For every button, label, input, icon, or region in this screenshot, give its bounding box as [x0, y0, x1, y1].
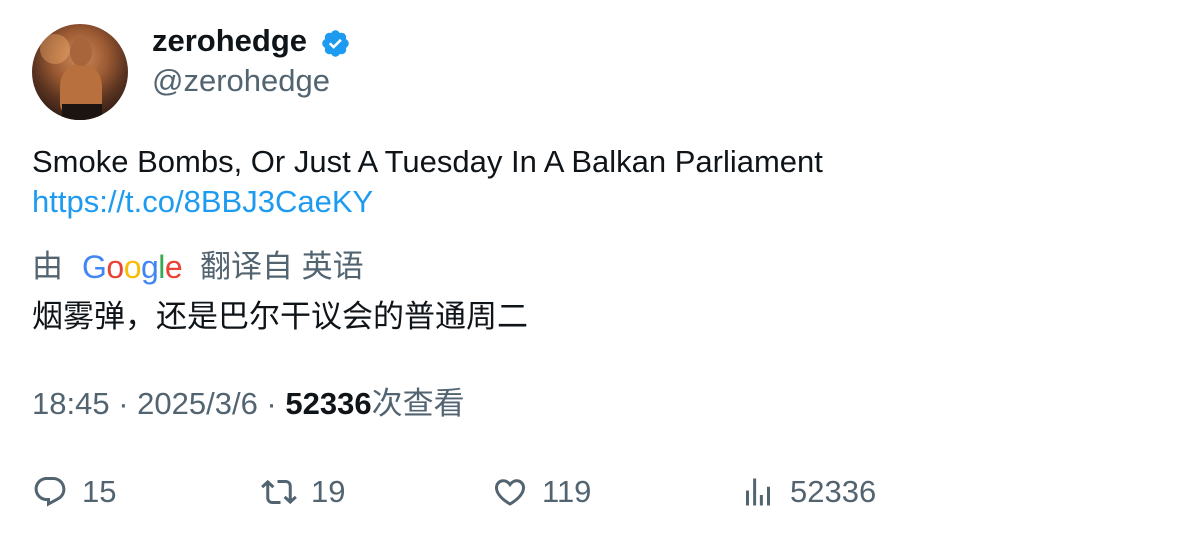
meta-separator: · — [109, 386, 138, 421]
analytics-icon — [746, 478, 770, 506]
author-handle[interactable]: @zerohedge — [152, 62, 330, 100]
author-display-name[interactable]: zerohedge — [152, 22, 307, 60]
tweet-date[interactable]: 2025/3/6 — [137, 386, 258, 421]
views-count: 52336 — [285, 386, 372, 421]
tweet-link[interactable]: https://t.co/8BBJ3CaeKY — [32, 182, 373, 222]
avatar-background — [40, 34, 70, 64]
like-button[interactable]: 119 — [492, 470, 591, 514]
retweet-icon — [261, 479, 297, 505]
google-logo[interactable]: Google — [82, 246, 183, 288]
avatar[interactable] — [32, 24, 128, 120]
heart-icon — [494, 479, 526, 506]
tweet-time[interactable]: 18:45 — [32, 386, 110, 421]
tweet-text: Smoke Bombs, Or Just A Tuesday In A Balk… — [32, 144, 823, 179]
meta-separator: · — [257, 386, 286, 421]
tweet-meta: 18:45 · 2025/3/6 · 52336次查看 — [32, 384, 465, 424]
views-suffix: 次查看 — [371, 386, 465, 421]
views-action-count: 52336 — [790, 474, 877, 509]
retweet-count: 19 — [311, 474, 346, 509]
retweet-button[interactable]: 19 — [261, 470, 345, 514]
translated-text: 烟雾弹，还是巴尔干议会的普通周二 — [32, 299, 528, 334]
translation-from-label: 翻译自 英语 — [200, 249, 364, 284]
avatar-shorts — [62, 104, 102, 120]
like-count: 119 — [542, 474, 592, 509]
avatar-head — [70, 38, 92, 66]
reply-button[interactable]: 15 — [32, 470, 116, 514]
views-button[interactable]: 52336 — [740, 470, 876, 514]
reply-icon — [34, 477, 66, 507]
verified-badge-icon — [322, 30, 349, 57]
translation-by-label: 由 — [32, 249, 63, 284]
reply-count: 15 — [82, 474, 117, 509]
